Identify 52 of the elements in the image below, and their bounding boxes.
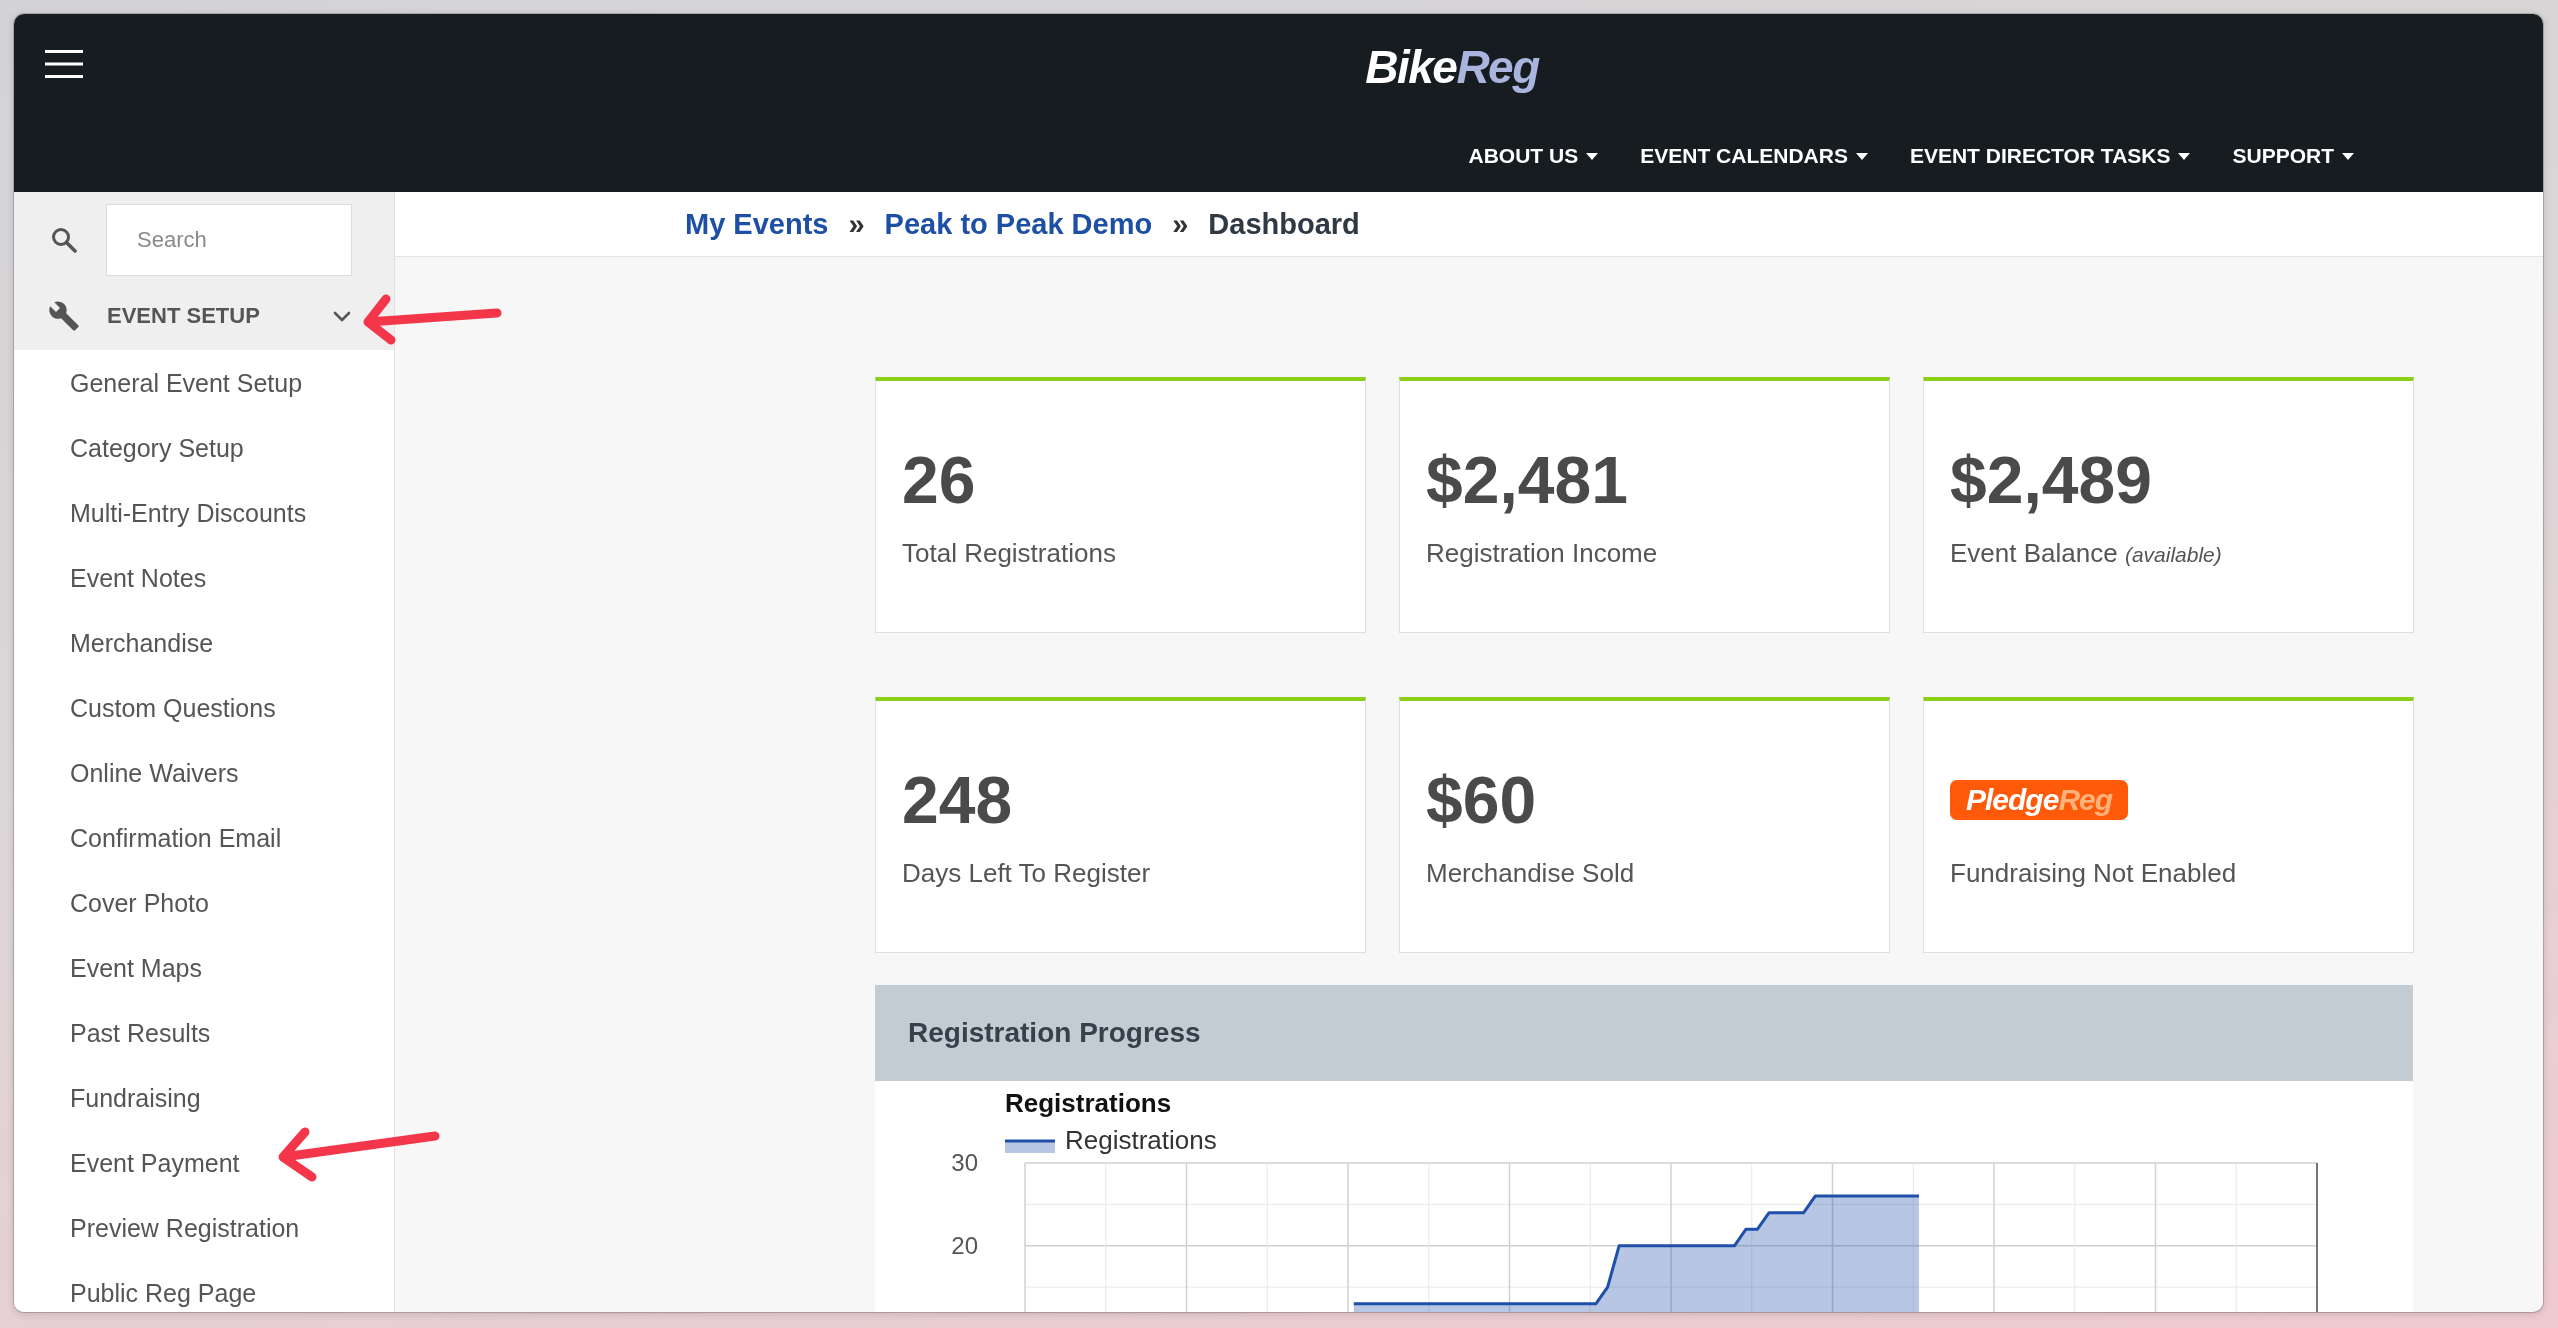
nav-menu-link[interactable]: ABOUT US [1468, 144, 1599, 168]
sidebar-item[interactable]: Custom Questions [70, 693, 276, 723]
breadcrumb-current: Dashboard [1208, 207, 1360, 241]
chart-title: Registrations [1005, 1088, 1172, 1118]
nav-menu-link[interactable]: SUPPORT [2232, 144, 2354, 168]
caret-icon [2178, 152, 2191, 160]
caret-icon [1855, 152, 1868, 160]
stat-label: Merchandise Sold [1426, 857, 1635, 889]
stat-label: Registration Income [1426, 537, 1658, 569]
sidebar-item[interactable]: Merchandise [70, 628, 214, 658]
stat-label: Total Registrations [902, 537, 1116, 569]
site-logo[interactable]: BikeReg [1365, 41, 1539, 93]
breadcrumb-link[interactable]: My Events [685, 207, 829, 241]
sidebar-item[interactable]: Event Notes [70, 563, 207, 593]
breadcrumb-separator: » [848, 207, 865, 241]
stat-value: 248 [902, 765, 1013, 835]
search-icon[interactable] [51, 227, 77, 253]
legend-label: Registrations [1065, 1125, 1217, 1155]
sidebar-item[interactable]: Fundraising [70, 1083, 201, 1113]
sidebar-item[interactable]: Category Setup [70, 433, 244, 463]
stat-value: 26 [902, 445, 976, 515]
stat-label: Days Left To Register [902, 857, 1151, 889]
caret-icon [1586, 152, 1599, 160]
sidebar-item[interactable]: Online Waivers [70, 758, 239, 788]
breadcrumb-separator: » [1172, 207, 1189, 241]
stat-label: Fundraising Not Enabled [1950, 857, 2237, 889]
caret-icon [2342, 152, 2354, 160]
sidebar-item[interactable]: Event Maps [70, 953, 202, 983]
sidebar-item[interactable]: Past Results [70, 1018, 211, 1048]
sidebar-item[interactable]: Public Reg Page [70, 1278, 257, 1308]
sidebar-item[interactable]: Preview Registration [70, 1213, 300, 1243]
menu-icon[interactable] [45, 50, 83, 78]
breadcrumb-link[interactable]: Peak to Peak Demo [884, 207, 1153, 241]
y-tick-label: 20 [951, 1231, 978, 1259]
panel-title: Registration Progress [908, 1017, 1201, 1049]
sidebar-item[interactable]: Event Payment [70, 1148, 240, 1178]
sidebar-section-header[interactable]: EVENT SETUP [14, 282, 394, 350]
sidebar-item[interactable]: General Event Setup [70, 368, 303, 398]
legend-swatch-icon [1005, 1139, 1055, 1153]
nav-menu-link[interactable]: EVENT DIRECTOR TASKS [1909, 144, 2191, 168]
stat-value: $60 [1426, 765, 1537, 835]
wrench-icon [48, 300, 80, 332]
search-field[interactable]: Search [106, 204, 352, 276]
sidebar-item[interactable]: Confirmation Email [70, 823, 282, 853]
stat-value: $2,489 [1950, 445, 2152, 515]
stat-value: $2,481 [1426, 445, 1628, 515]
nav-menu-link[interactable]: EVENT CALENDARS [1640, 144, 1868, 168]
sidebar-item[interactable]: Cover Photo [70, 888, 209, 918]
y-tick-label: 30 [951, 1149, 978, 1176]
card-logo: PledgeReg [1950, 780, 2129, 820]
sidebar-item[interactable]: Multi-Entry Discounts [70, 498, 307, 528]
stat-label: Event Balance (available) [1950, 537, 2222, 570]
